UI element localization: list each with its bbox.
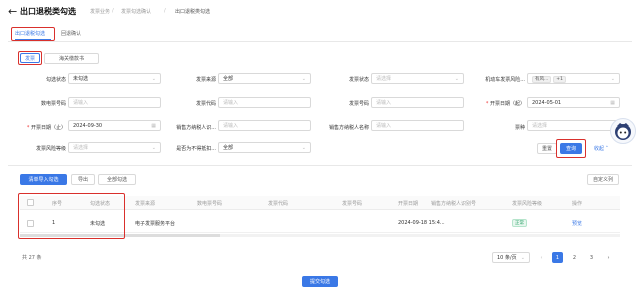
breadcrumb-item[interactable]: 发票业务	[90, 8, 110, 15]
chevron-down-icon: ⌄	[454, 75, 459, 82]
vehicle-risk-label: 机动车发票风险...	[485, 77, 525, 83]
invoice-source-select[interactable]: 全部 ⌄	[218, 73, 311, 84]
submit-check-button[interactable]: 提交勾选	[302, 276, 338, 287]
risk-level-select[interactable]: 请选择 ⌄	[68, 142, 161, 153]
tab-rollback-confirm[interactable]: 回退确认	[61, 30, 81, 37]
collapse-toggle[interactable]: 收起 ˄	[594, 145, 608, 152]
invoice-status-select[interactable]: 请选择 ⌄	[371, 73, 464, 84]
export-button[interactable]: 导出	[71, 174, 95, 185]
breadcrumb-separator: /	[164, 8, 166, 14]
chevron-down-icon: ⌄	[301, 75, 306, 82]
invoice-source-label: 发票来源	[195, 77, 216, 83]
assistant-avatar-icon[interactable]	[610, 118, 636, 144]
status-badge: 正常	[512, 219, 527, 227]
back-arrow-icon[interactable]: ←	[8, 5, 17, 18]
check-status-select[interactable]: 未勾选 ⌄	[68, 73, 161, 84]
row-highlight-box	[18, 193, 125, 239]
invoice-code-input[interactable]: 请输入	[218, 97, 311, 108]
subtab-invoice[interactable]: 发票	[18, 51, 42, 65]
seller-name-input[interactable]: 请输入	[371, 120, 464, 131]
page-2[interactable]: 2	[569, 252, 580, 263]
tax-type-select[interactable]: 请选择⌄	[527, 120, 620, 131]
chevron-down-icon: ⌄	[301, 144, 306, 151]
date-from-picker[interactable]: 2024-05-01 ▦	[527, 97, 620, 108]
col-action: 操作	[572, 201, 583, 207]
seller-tax-id-label: 销售方纳税人识...	[176, 125, 216, 131]
date-from-label: * 开票日期（起）	[485, 101, 525, 107]
check-all-button[interactable]: 全部勾选	[98, 174, 136, 185]
date-to-label: * 开票日期（止）	[26, 125, 66, 131]
chevron-down-icon: ⌄	[610, 75, 615, 82]
col-invoice-no: 发票号码	[342, 201, 363, 207]
total-count: 共 27 条	[22, 255, 42, 261]
reset-button[interactable]: 重置	[537, 143, 557, 154]
seller-name-label: 销售方纳税人名称	[328, 125, 369, 131]
check-status-label: 勾选状态	[45, 77, 66, 83]
col-invoice-code: 发票代码	[268, 201, 289, 207]
query-button[interactable]: 查询	[560, 143, 582, 154]
prev-page-icon[interactable]: ‹	[536, 252, 547, 263]
import-check-button[interactable]: 清单导入勾选	[20, 174, 67, 185]
subtab-customs-payment[interactable]: 海关缴款书	[44, 53, 99, 64]
invoice-no-input[interactable]: 请输入	[371, 97, 464, 108]
tab-export-rebate-check[interactable]: 出口退税勾选	[11, 27, 55, 41]
preview-link[interactable]: 预览	[572, 220, 582, 227]
invoice-status-label: 发票状态	[348, 77, 369, 83]
col-risk-level: 发票风险等级	[512, 201, 543, 207]
special-label: 是否为不得抵扣...	[176, 146, 216, 152]
page-3[interactable]: 3	[586, 252, 597, 263]
digital-no-label: 数电票号码	[40, 101, 66, 107]
date-to-picker[interactable]: 2024-09-30 ▦	[68, 120, 161, 131]
next-page-icon[interactable]: ›	[603, 252, 614, 263]
col-digital-no: 数电票号码	[197, 201, 223, 207]
col-source: 发票来源	[135, 201, 156, 207]
col-date: 开票日期	[398, 201, 419, 207]
special-select[interactable]: 全部 ⌄	[218, 142, 311, 153]
risk-level-label: 发票风险等级	[35, 146, 66, 152]
invoice-no-label: 发票号码	[348, 101, 369, 107]
breadcrumb-item[interactable]: 发票勾选确认	[121, 8, 151, 15]
breadcrumb-current: 出口退税类勾选	[175, 9, 211, 15]
calendar-icon: ▦	[610, 99, 615, 106]
tax-type-label: 票种	[514, 125, 525, 131]
cell-date: 2024-09-18 15:4...	[398, 220, 445, 226]
chevron-down-icon: ⌄	[520, 254, 525, 261]
col-seller-tax-id: 销售方纳税人识别号	[431, 201, 477, 207]
page-1[interactable]: 1	[552, 252, 563, 263]
section-divider	[8, 165, 632, 166]
cell-source: 电子发票服务平台	[135, 221, 176, 227]
page-size-select[interactable]: 10 条/页 ⌄	[492, 252, 530, 263]
digital-no-input[interactable]: 请输入	[68, 97, 161, 108]
invoice-code-label: 发票代码	[195, 101, 216, 107]
query-highlight-box: 查询	[556, 139, 586, 158]
breadcrumb-separator: /	[112, 8, 114, 14]
vehicle-risk-select[interactable]: 有风... +1 ⌄	[527, 73, 620, 84]
seller-tax-id-input[interactable]: 请输入	[218, 120, 311, 131]
custom-columns-button[interactable]: 自定义列	[587, 174, 619, 185]
tab-divider	[8, 41, 632, 42]
page-title: 出口退税类勾选	[20, 7, 76, 16]
